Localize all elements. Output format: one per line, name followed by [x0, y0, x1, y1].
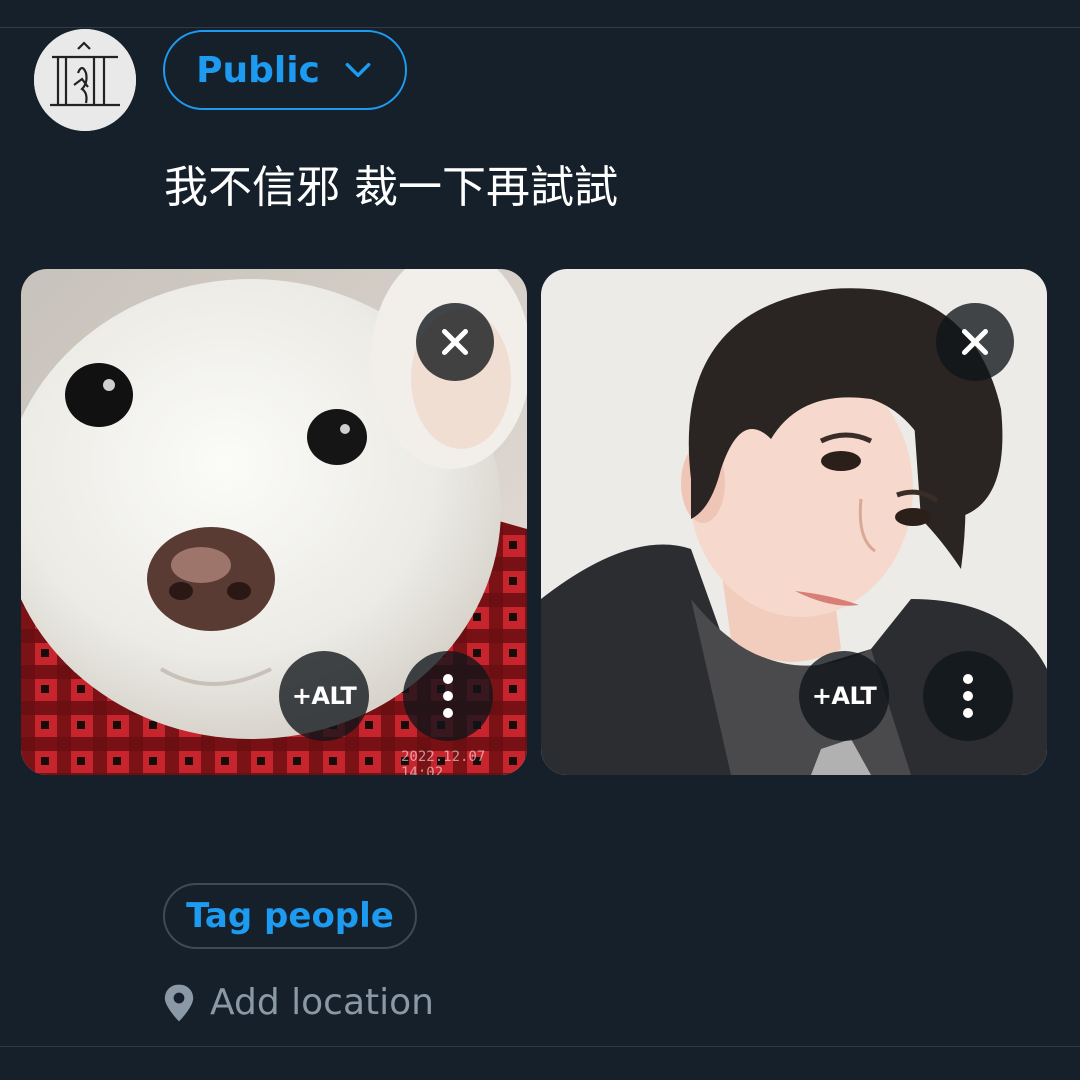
media-item-1[interactable]: 2022.12.07 14:02 +ALT [21, 269, 527, 775]
compose-text-field[interactable]: 我不信邪 裁一下再試試 [164, 158, 618, 218]
tag-people-button[interactable]: Tag people [163, 883, 417, 949]
media-options-button[interactable] [403, 651, 493, 741]
media-options-button[interactable] [923, 651, 1013, 741]
add-alt-text-button[interactable]: +ALT [799, 651, 889, 741]
location-pin-icon [164, 984, 194, 1021]
photo-timestamp: 2022.12.07 14:02 [401, 749, 486, 775]
more-vertical-icon [443, 674, 453, 718]
add-location-label: Add location [210, 982, 434, 1023]
remove-media-button[interactable] [936, 303, 1014, 381]
bottom-divider [0, 1046, 1080, 1047]
audience-selector-button[interactable]: Public [163, 30, 407, 110]
avatar[interactable] [34, 29, 136, 131]
chevron-down-icon [345, 62, 371, 78]
top-divider [0, 27, 1080, 28]
audience-label: Public [196, 49, 320, 91]
add-location-button[interactable]: Add location [162, 982, 434, 1023]
close-icon [961, 328, 989, 356]
remove-media-button[interactable] [416, 303, 494, 381]
media-item-2[interactable]: +ALT [541, 269, 1047, 775]
more-vertical-icon [963, 674, 973, 718]
add-alt-text-button[interactable]: +ALT [279, 651, 369, 741]
close-icon [441, 328, 469, 356]
